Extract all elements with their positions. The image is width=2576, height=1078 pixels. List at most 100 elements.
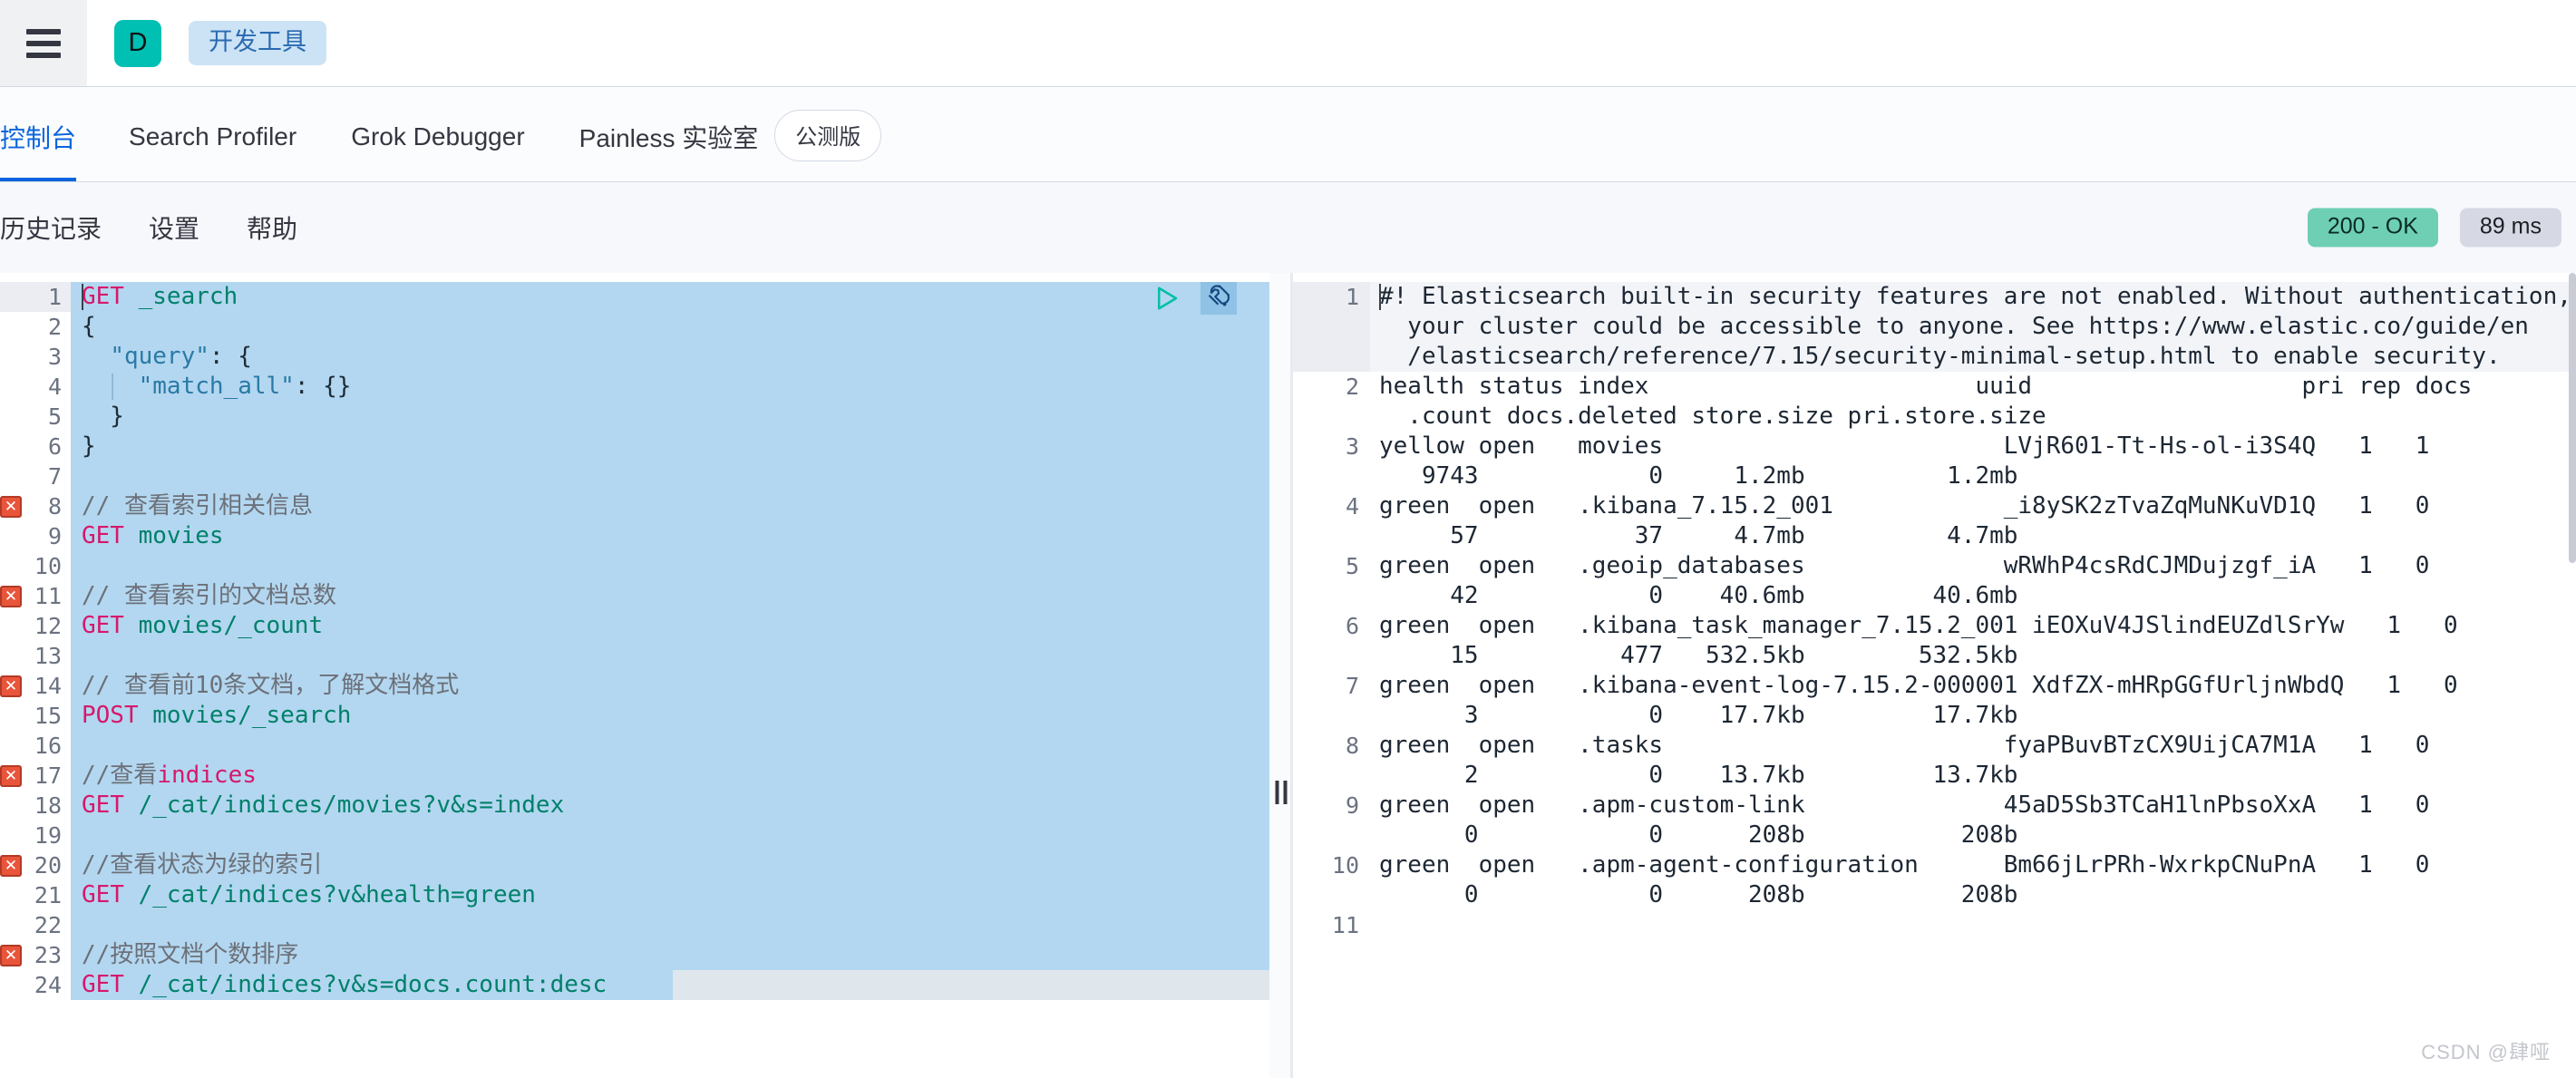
elapsed-time-badge: 89 ms — [2459, 208, 2561, 248]
output-code-line: green open .apm-custom-link 45aD5Sb3TCaH… — [1370, 791, 2576, 821]
help-button[interactable]: 帮助 — [223, 209, 321, 246]
editor-code-line[interactable]: GET movies/_count — [71, 611, 1269, 641]
editor-code-line[interactable]: //按照文档个数排序 — [71, 940, 1269, 970]
editor-code-line[interactable] — [71, 731, 1269, 761]
tab-painless-lab[interactable]: Painless 实验室 公测版 — [552, 87, 909, 181]
output-line-number: 7 — [1345, 673, 1359, 699]
editor-caret — [82, 284, 83, 310]
app-logo[interactable]: D — [114, 19, 161, 67]
editor-blank-line[interactable] — [71, 1060, 1269, 1078]
output-code-line: 2 0 13.7kb 13.7kb — [1370, 761, 2576, 791]
code-token: indices — [157, 762, 257, 789]
play-triangle-icon[interactable] — [1153, 285, 1181, 312]
output-line-number — [1293, 461, 1370, 491]
splitter-handle-icon[interactable] — [1275, 781, 1288, 804]
editor-line-number: 10 — [34, 553, 62, 579]
error-marker-icon[interactable]: ✕ — [0, 586, 22, 607]
code-token: POST — [82, 702, 139, 729]
output-scrollbar-thumb[interactable] — [2569, 273, 2576, 563]
editor-code-line[interactable]: GET _search — [71, 282, 1269, 312]
editor-line-number: 21 — [34, 882, 62, 908]
editor-code-line[interactable]: //查看状态为绿的索引 — [71, 850, 1269, 880]
history-button[interactable]: 历史记录 — [0, 209, 125, 246]
request-editor-pane[interactable]: 1 2 3 4 5 6 7 8 ✕ 9 10 11 ✕ 12 13 14 ✕ 15 16 17 ✕ 18 19 20 ✕ 21 22… — [0, 273, 1269, 1078]
code-token: GET — [82, 522, 124, 549]
output-code-line: green open .kibana_7.15.2_001 _i8ySK2zTv… — [1370, 491, 2576, 521]
editor-blank-line[interactable] — [71, 1000, 1269, 1030]
error-marker-icon[interactable]: ✕ — [0, 855, 22, 877]
editor-code-line[interactable]: // 查看索引的文档总数 — [71, 581, 1269, 611]
error-marker-icon[interactable]: ✕ — [0, 675, 22, 697]
editor-line-number: 2 — [0, 312, 85, 342]
output-line-number: 9 — [1345, 792, 1359, 819]
menu-bar-3 — [26, 52, 61, 58]
editor-line-number: 17 ✕ — [0, 761, 71, 791]
editor-line-number: 11 ✕ — [0, 581, 71, 611]
tab-grok-debugger[interactable]: Grok Debugger — [324, 87, 551, 181]
editor-code-line[interactable] — [71, 910, 1269, 940]
editor-line-number: 18 — [34, 792, 62, 819]
wrench-icon[interactable] — [1201, 282, 1237, 315]
editor-line-number: 1 — [0, 282, 71, 312]
error-marker-icon[interactable]: ✕ — [0, 496, 22, 518]
editor-code-line[interactable]: "query": { — [71, 342, 1269, 372]
editor-code-line[interactable]: GET /_cat/indices?v&s=docs.count:desc — [71, 970, 1269, 1000]
output-code-line: 9743 0 1.2mb 1.2mb — [1370, 461, 2576, 491]
editor-line-number: 6 — [0, 432, 85, 461]
tab-search-profiler[interactable]: Search Profiler — [102, 87, 324, 181]
code-token: _search — [138, 283, 238, 310]
editor-action-buttons — [1153, 282, 1237, 315]
editor-code-line[interactable]: GET /_cat/indices/movies?v&s=index — [71, 791, 1269, 821]
editor-code-line[interactable]: GET /_cat/indices?v&health=green — [71, 880, 1269, 910]
output-code-line: your cluster could be accessible to anyo… — [1370, 312, 2576, 342]
editor-code-line[interactable]: //查看indices — [71, 761, 1269, 791]
output-line-number: 10 — [1331, 852, 1359, 879]
output-line-number — [1293, 880, 1370, 910]
editor-code-line[interactable] — [71, 821, 1269, 850]
editor-code-line[interactable]: GET movies — [71, 521, 1269, 551]
output-code-line: green open .kibana-event-log-7.15.2-0000… — [1370, 671, 2576, 701]
hamburger-menu-icon[interactable] — [0, 0, 87, 87]
output-line-number: 1 — [1293, 282, 1370, 312]
code-token: //查看 — [82, 762, 158, 789]
response-output-pane[interactable]: 1 2 3 4 5 6 7 8 9 10 11 #! Elasticsearch built-in … — [1293, 273, 2576, 1078]
editor-line-number: 13 — [34, 643, 62, 669]
editor-code-line[interactable]: // 查看前10条文档，了解文档格式 — [71, 671, 1269, 701]
settings-button[interactable]: 设置 — [125, 209, 223, 246]
editor-code-line[interactable] — [71, 461, 1269, 491]
breadcrumb[interactable]: 开发工具 — [189, 21, 326, 65]
output-scrollbar[interactable] — [2569, 273, 2576, 1078]
code-token: // 查看索引相关信息 — [82, 492, 313, 520]
tab-painless-lab-label: Painless 实验室 — [578, 124, 759, 152]
editor-code-line[interactable]: } — [71, 432, 1269, 461]
editor-code-line[interactable] — [71, 551, 1269, 581]
editor-code-line[interactable]: "match_all": {} — [71, 372, 1269, 402]
response-output-code[interactable]: #! Elasticsearch built-in security featu… — [1370, 273, 2576, 1078]
output-line-number-gutter: 1 2 3 4 5 6 7 8 9 10 11 — [1293, 273, 1370, 1078]
error-marker-icon[interactable]: ✕ — [0, 945, 22, 966]
editor-code-line[interactable]: { — [71, 312, 1269, 342]
output-line-number: 5 — [1345, 553, 1359, 579]
request-editor-code[interactable]: GET _search{ "query": { "match_all": {} … — [71, 273, 1269, 1078]
code-token: GET — [82, 612, 124, 639]
output-line-number — [1293, 641, 1370, 671]
editor-code-line[interactable] — [71, 641, 1269, 671]
error-marker-icon[interactable]: ✕ — [0, 765, 22, 787]
editor-code-line[interactable]: POST movies/_search — [71, 701, 1269, 731]
editor-code-line[interactable]: // 查看索引相关信息 — [71, 491, 1269, 521]
output-line-number: 11 — [1331, 912, 1359, 938]
editor-line-number: 12 — [34, 613, 62, 639]
editor-code-line[interactable]: } — [71, 402, 1269, 432]
tab-console[interactable]: 控制台 — [0, 87, 102, 181]
code-token: /_cat/indices?v&health=green — [138, 881, 536, 908]
pane-splitter[interactable] — [1269, 273, 1293, 1078]
editor-blank-line[interactable] — [71, 1030, 1269, 1060]
editor-line-number: 15 — [34, 703, 62, 729]
editor-line-number: 20 ✕ — [0, 850, 71, 880]
code-token: GET — [82, 881, 124, 908]
